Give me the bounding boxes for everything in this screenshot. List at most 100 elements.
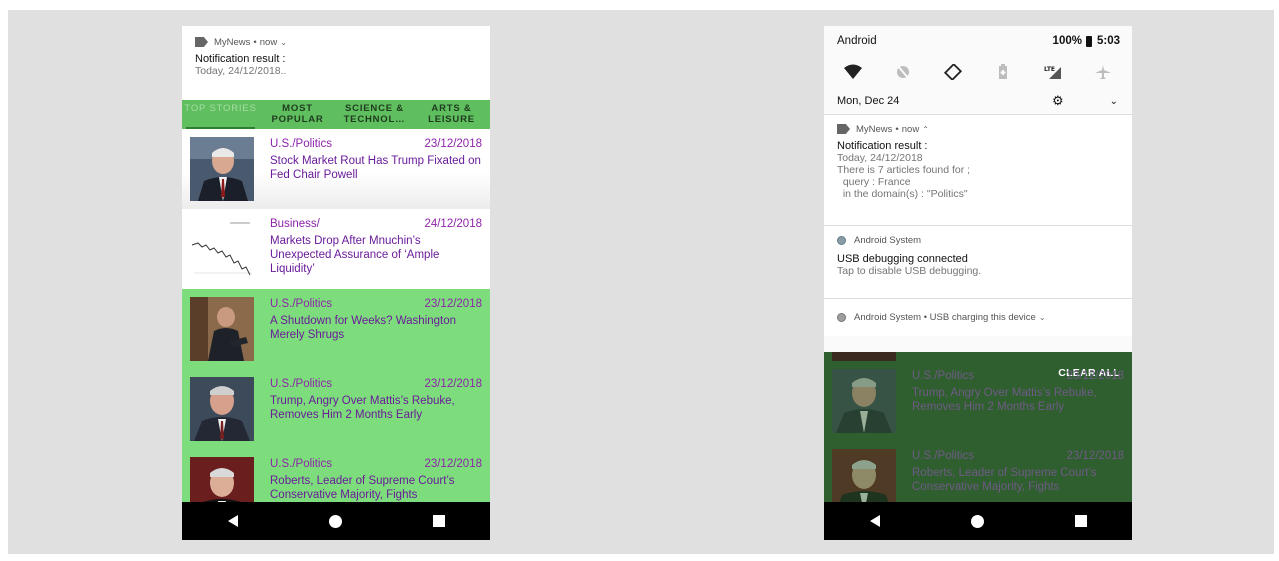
article-thumbnail [832, 449, 896, 502]
chevron-down-icon[interactable]: ⌄ [1110, 96, 1118, 107]
recents-icon[interactable] [432, 515, 445, 527]
battery-percent: 100% [1052, 35, 1082, 47]
quick-settings: LTE [824, 56, 1132, 88]
list-item[interactable]: U.S./Politics 23/12/2018 Trump, Angry Ov… [182, 369, 490, 449]
android-system-icon [837, 312, 846, 322]
clock: 5:03 [1096, 35, 1120, 47]
tab-bar: TOP STORIES MOST POPULAR SCIENCE & TECHN… [182, 100, 490, 129]
carrier-label: Android [837, 35, 877, 47]
phone-left: MyNews • now ⌄ Notification result : Tod… [182, 26, 490, 540]
article-section: U.S./Politics [270, 378, 332, 390]
list-item[interactable]: Business/ 24/12/2018 Markets Drop After … [182, 209, 490, 289]
dimmed-article-list: CLEAR ALL U.S./Politics 23/12/2018 Trump… [824, 352, 1132, 502]
notif-body: Tap to disable USB debugging. [837, 265, 982, 277]
notif-app-name: Android System [854, 234, 922, 246]
notif-time: now [259, 36, 278, 48]
list-item[interactable]: U.S./Politics 23/12/2018 Stock Market Ro… [182, 129, 490, 209]
notif-line: in the domain(s) : "Politics" [837, 188, 968, 200]
article-date: 23/12/2018 [424, 458, 482, 470]
notif-sep: • [253, 36, 257, 48]
article-title: Roberts, Leader of Supreme Court’s Conse… [270, 475, 455, 501]
article-section: U.S./Politics [270, 298, 332, 310]
article-date: 24/12/2018 [424, 218, 482, 230]
article-section: Business/ [270, 218, 320, 230]
tab-arts-leisure[interactable]: ARTS & LEISURE [413, 100, 490, 129]
article-thumbnail [190, 377, 254, 441]
list-item: U.S./Politics 23/12/2018 Trump, Angry Ov… [824, 361, 1132, 441]
do-not-disturb-icon[interactable] [893, 64, 913, 80]
battery-icon [1085, 35, 1092, 47]
mynews-app-icon [837, 124, 850, 134]
wifi-icon[interactable] [843, 64, 863, 80]
usb-debugging-notification[interactable]: Android System USB debugging connected T… [824, 225, 1132, 298]
notif-title: USB debugging connected [837, 253, 968, 265]
article-section: U.S./Politics [912, 450, 974, 462]
notif-title: Notification result : [837, 140, 928, 152]
article-date: 23/12/2018 [1066, 450, 1124, 462]
airplane-mode-icon[interactable] [1093, 64, 1113, 80]
tab-top-stories[interactable]: TOP STORIES [182, 100, 259, 129]
list-item[interactable]: U.S./Politics 23/12/2018 A Shutdown for … [182, 289, 490, 369]
notification-shade: Android 100% 5:03 LTE Mon, Dec 24 ⚙ ⌄ My… [824, 26, 1132, 352]
article-title: Stock Market Rout Has Trump Fixated on F… [270, 155, 481, 181]
notif-line: Today, 24/12/2018 [837, 152, 923, 164]
article-list: U.S./Politics 23/12/2018 Stock Market Ro… [182, 129, 490, 502]
mynews-app-icon [195, 37, 208, 47]
article-thumbnail-partial [832, 352, 896, 361]
article-thumbnail [190, 137, 254, 201]
lte-label: LTE [1044, 66, 1055, 73]
usb-charging-notification[interactable]: Android System • USB charging this devic… [824, 298, 1132, 336]
mynews-notification[interactable]: MyNews • now ⌄ Notification result : Tod… [182, 26, 490, 77]
article-title: Trump, Angry Over Mattis’s Rebuke, Remov… [270, 395, 455, 421]
article-title: Trump, Angry Over Mattis’s Rebuke, Remov… [912, 387, 1097, 413]
notif-body: Today, 24/12/2018.. [195, 65, 287, 77]
notif-line: query : France [837, 176, 911, 188]
article-title: A Shutdown for Weeks? Washington Merely … [270, 315, 457, 341]
notif-text: Android System • USB charging this devic… [854, 311, 1036, 323]
home-icon[interactable] [970, 514, 984, 528]
notif-sep: • [895, 123, 899, 135]
android-system-icon [837, 235, 846, 245]
notif-line: There is 7 articles found for ; [837, 164, 971, 176]
recents-icon[interactable] [1074, 515, 1087, 527]
battery-saver-icon[interactable] [993, 64, 1013, 80]
tab-most-popular[interactable]: MOST POPULAR [259, 100, 336, 129]
shade-date: Mon, Dec 24 [837, 95, 900, 107]
list-item: U.S./Politics 23/12/2018 Roberts, Leader… [824, 441, 1132, 502]
article-date: 23/12/2018 [424, 138, 482, 150]
navigation-bar [824, 502, 1132, 540]
article-thumbnail [190, 457, 254, 502]
back-icon[interactable] [227, 515, 238, 527]
notif-title: Notification result : [195, 53, 286, 65]
back-icon[interactable] [869, 515, 880, 527]
mobile-data-icon[interactable]: LTE [1043, 64, 1063, 80]
article-title: Roberts, Leader of Supreme Court’s Conse… [912, 467, 1097, 493]
article-section: U.S./Politics [270, 458, 332, 470]
article-section: U.S./Politics [912, 370, 974, 382]
article-section: U.S./Politics [270, 138, 332, 150]
article-thumbnail [832, 369, 896, 433]
home-icon[interactable] [328, 514, 342, 528]
chevron-down-icon[interactable]: ⌄ [280, 38, 287, 47]
article-thumbnail [190, 217, 254, 281]
chevron-up-icon[interactable]: ⌃ [922, 125, 929, 134]
list-item[interactable]: U.S./Politics 23/12/2018 Roberts, Leader… [182, 449, 490, 502]
mynews-notification-expanded[interactable]: MyNews • now ⌃ Notification result : Tod… [824, 114, 1132, 225]
tab-science-technology[interactable]: SCIENCE & TECHNOL… [336, 100, 413, 129]
phone-right: Android 100% 5:03 LTE Mon, Dec 24 ⚙ ⌄ My… [824, 26, 1132, 540]
article-title: Markets Drop After Mnuchin’s Unexpected … [270, 235, 440, 275]
status-bar: Android 100% 5:03 [824, 26, 1132, 56]
notif-app-name: MyNews [856, 123, 893, 135]
gear-icon[interactable]: ⚙ [1052, 93, 1064, 109]
screenshot-background: MyNews • now ⌄ Notification result : Tod… [8, 10, 1274, 554]
auto-rotate-icon[interactable] [943, 62, 963, 82]
article-thumbnail [190, 297, 254, 361]
navigation-bar [182, 502, 490, 540]
notif-app-name: MyNews [214, 36, 251, 48]
shade-date-row: Mon, Dec 24 ⚙ ⌄ [824, 88, 1132, 114]
article-date: 23/12/2018 [424, 378, 482, 390]
notif-time: now [901, 123, 920, 135]
article-date: 23/12/2018 [424, 298, 482, 310]
article-date: 23/12/2018 [1066, 370, 1124, 382]
chevron-down-icon[interactable]: ⌄ [1039, 313, 1046, 322]
